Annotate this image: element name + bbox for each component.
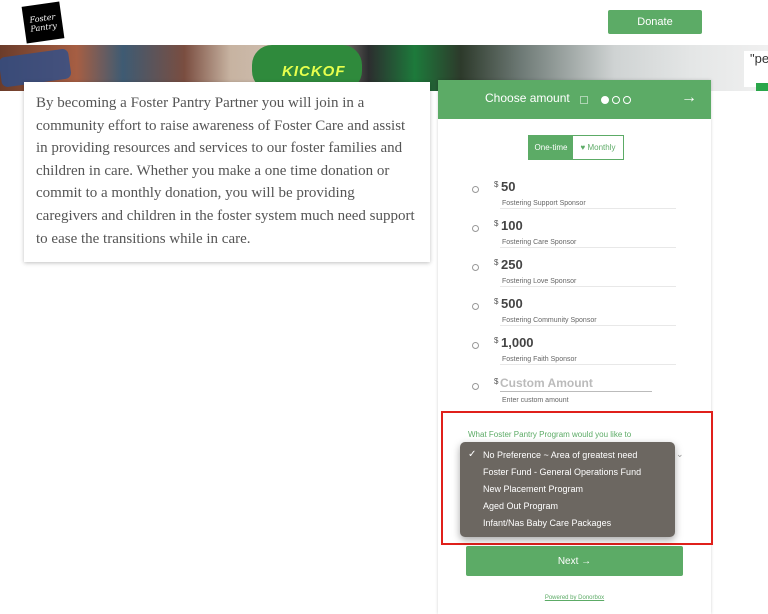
step-dot-icon	[623, 96, 631, 104]
amount-description: Fostering Love Sponsor	[502, 278, 577, 285]
dropdown-option-label: Infant/Nas Baby Care Packages	[483, 518, 612, 528]
amount-option-1000[interactable]: $ 1,000 Fostering Faith Sponsor	[438, 326, 711, 365]
step-dot-icon	[612, 96, 620, 104]
custom-amount-description: Enter custom amount	[502, 397, 569, 404]
hero-kickoff-text: KICKOF	[282, 63, 346, 80]
arrow-right-icon[interactable]: →	[681, 89, 697, 107]
amount-option-250[interactable]: $ 250 Fostering Love Sponsor	[438, 248, 711, 287]
intro-card: By becoming a Foster Pantry Partner you …	[24, 82, 430, 262]
top-bar: Foster Pantry Donate	[0, 0, 768, 45]
amount-value: 1,000	[501, 335, 534, 350]
currency-symbol: $	[494, 297, 499, 306]
amount-option-100[interactable]: $ 100 Fostering Care Sponsor	[438, 209, 711, 248]
amount-description: Fostering Support Sponsor	[502, 200, 586, 207]
dropdown-option[interactable]: New Placement Program	[460, 481, 675, 498]
donate-button[interactable]: Donate	[608, 10, 702, 34]
foster-pantry-logo[interactable]: Foster Pantry	[21, 1, 65, 44]
monthly-tab[interactable]: ♥ Monthly	[573, 136, 623, 159]
hero-sign-text: "pe pa	[744, 51, 768, 87]
frequency-toggle: One-time ♥ Monthly	[528, 135, 624, 160]
form-title: Choose amount	[485, 91, 570, 105]
lock-icon	[580, 96, 588, 104]
radio-button[interactable]	[472, 303, 479, 310]
form-header: Choose amount →	[438, 80, 711, 119]
radio-button[interactable]	[472, 342, 479, 349]
dropdown-option-label: Foster Fund - General Operations Fund	[483, 467, 642, 477]
currency-symbol: $	[494, 219, 499, 228]
dropdown-option[interactable]: Infant/Nas Baby Care Packages	[460, 515, 675, 532]
amount-description: Fostering Community Sponsor	[502, 317, 597, 324]
amount-option-50[interactable]: $ 50 Fostering Support Sponsor	[438, 170, 711, 209]
dropdown-option-label: New Placement Program	[483, 484, 584, 494]
amount-value: 50	[501, 179, 516, 194]
custom-amount-option: $ Enter custom amount	[438, 367, 711, 406]
powered-by-link[interactable]: Powered by Donorbox	[438, 595, 711, 601]
radio-button[interactable]	[472, 264, 479, 271]
dropdown-option[interactable]: ✓ No Preference ~ Area of greatest need	[460, 447, 675, 464]
radio-button[interactable]	[472, 186, 479, 193]
currency-symbol: $	[494, 180, 499, 189]
hero-decoration	[756, 83, 768, 91]
amount-option-500[interactable]: $ 500 Fostering Community Sponsor	[438, 287, 711, 326]
amount-value: 250	[501, 257, 523, 272]
amount-value: 500	[501, 296, 523, 311]
one-time-tab[interactable]: One-time	[529, 136, 573, 159]
checkmark-icon: ✓	[468, 449, 477, 460]
currency-symbol: $	[494, 258, 499, 267]
custom-amount-input[interactable]	[500, 375, 652, 392]
dropdown-option-label: No Preference ~ Area of greatest need	[483, 450, 638, 460]
dropdown-option-label: Aged Out Program	[483, 501, 559, 511]
dropdown-option[interactable]: Foster Fund - General Operations Fund	[460, 464, 675, 481]
step-dot-icon	[601, 96, 609, 104]
radio-button[interactable]	[472, 383, 479, 390]
currency-symbol: $	[494, 377, 499, 386]
amount-value: 100	[501, 218, 523, 233]
next-button[interactable]: Next →	[466, 546, 683, 576]
radio-button[interactable]	[472, 225, 479, 232]
amount-description: Fostering Care Sponsor	[502, 239, 577, 246]
intro-text: By becoming a Foster Pantry Partner you …	[36, 95, 415, 247]
currency-symbol: $	[494, 336, 499, 345]
program-dropdown-menu: ✓ No Preference ~ Area of greatest need …	[460, 442, 675, 537]
amount-description: Fostering Faith Sponsor	[502, 356, 577, 363]
divider	[500, 364, 676, 365]
dropdown-option[interactable]: Aged Out Program	[460, 498, 675, 515]
